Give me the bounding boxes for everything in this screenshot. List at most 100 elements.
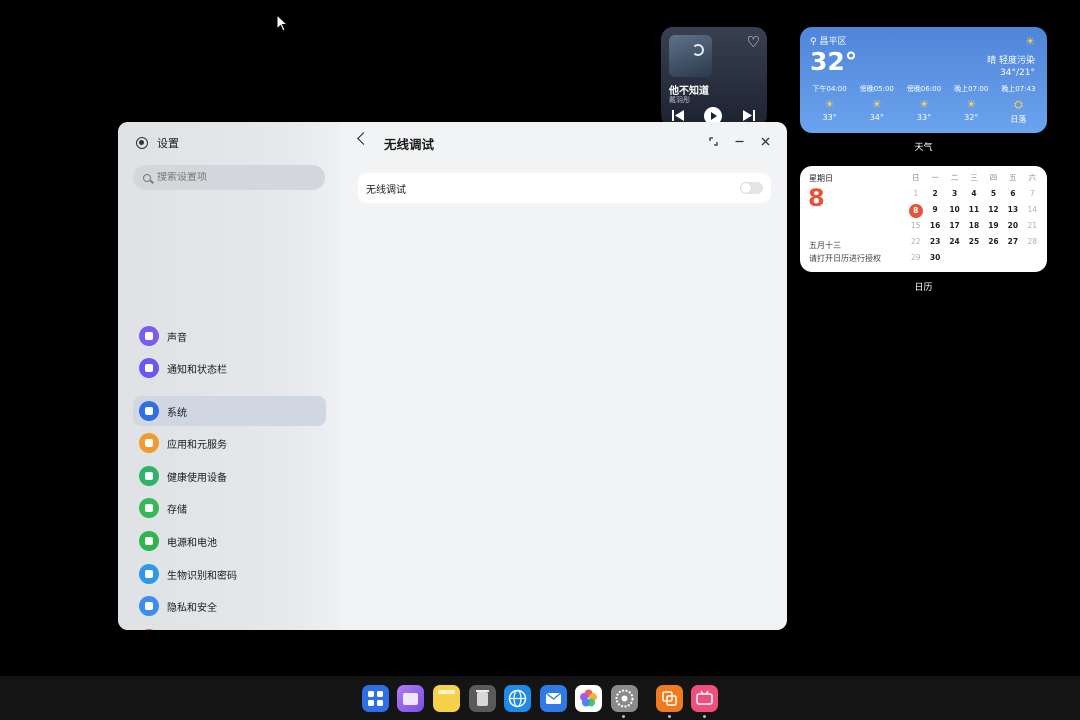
wireless-debug-toggle[interactable] [740,182,763,194]
calendar-date: 10 [949,205,960,214]
sidebar-item-hourglass[interactable]: 健康使用设备 [133,461,326,491]
location-pin-icon: ⚲ [810,37,817,47]
forecast-hour: 晚上07:43 ⛭ 日落 [995,84,1042,125]
sidebar-item-storage[interactable]: 存储 [133,493,326,523]
weekday-header: 六 [1028,173,1037,182]
calendar-date: 25 [968,237,980,246]
sidebar-item-label: 通知和状态栏 [167,364,227,376]
storage-icon [139,498,159,518]
lunar-date: 五月十三 [809,241,841,250]
calendar-date: 8 [906,204,925,218]
search-input[interactable] [157,172,307,183]
calendar-date: 14 [1027,205,1038,214]
calendar-widget-label: 日历 [914,283,933,293]
sun-icon: ☀ [824,98,835,111]
sunset-icon: ⛭ [1014,98,1023,111]
calendar-date: 4 [971,189,977,198]
sidebar-item-key[interactable]: 生物识别和密码 [133,559,326,589]
weather-widget[interactable]: ⚲ 昌平区 32° ☀ 晴 轻度污染 34°/21° 下午04:00 ☀ 33° 傍… [800,27,1047,133]
sidebar-item-label: 生物识别和密码 [167,570,237,582]
calendar-date: 15 [910,221,921,230]
calendar-date: 23 [929,237,941,246]
calendar-date: 1 [913,189,919,198]
weekday-header: 五 [1009,173,1017,182]
app-title: 设置 [136,135,179,151]
settings-sidebar: 设置 声音通知和状态栏系统应用和元服务健康使用设备存储电源和电池生物识别和密码隐… [118,122,341,630]
weekday-header: 一 [931,173,939,182]
calendar-date: 7 [1029,189,1035,198]
calendar-date: 27 [1007,237,1019,246]
battery-icon [139,531,159,551]
speaker-icon [139,326,159,346]
running-indicator [703,715,706,718]
sidebar-item-shield[interactable]: 隐私和安全 [133,591,326,621]
wireless-debug-row[interactable]: 无线调试 [358,173,771,203]
calendar-date [1003,252,1022,264]
sun-icon: ☀ [966,98,977,111]
weekday-header: 日 [911,173,920,182]
minimize-button[interactable] [732,134,746,148]
calendar-date: 2 [932,189,938,198]
app-center-icon[interactable] [362,685,389,712]
calendar-auth-hint: 请打开日历进行授权 [809,254,881,263]
key-icon [139,564,159,584]
settings-app-icon [136,137,148,149]
sidebar-item-user[interactable]: 用户 [133,624,326,630]
calendar-date [1023,252,1042,264]
weekday-header: 四 [989,173,998,182]
bilibili-icon[interactable] [691,685,718,712]
page-title: 无线调试 [384,137,435,152]
calendar-date: 28 [1027,237,1038,246]
hourly-forecast: 下午04:00 ☀ 33° 傍晚05:00 ☀ 34° 傍晚06:00 ☀ 33° 晚上07… [806,84,1042,125]
calendar-date: 6 [1010,189,1016,198]
back-icon[interactable] [357,132,370,145]
weather-location: ⚲ 昌平区 [810,37,847,47]
weather-temperature: 32° [810,47,858,76]
apps-icon [139,433,159,453]
sidebar-item-label: 存储 [167,504,187,516]
sidebar-item-apps[interactable]: 应用和元服务 [133,428,326,458]
forecast-hour: 傍晚05:00 ☀ 34° [853,84,900,125]
sidebar-item-gear[interactable]: 系统 [133,396,326,426]
calendar-date: 19 [988,221,999,230]
calendar-date: 12 [988,205,999,214]
calendar-date: 21 [1027,221,1038,230]
previous-track-icon[interactable] [672,110,684,121]
calendar-date: 22 [910,237,921,246]
settings-window: 设置 声音通知和状态栏系统应用和元服务健康使用设备存储电源和电池生物识别和密码隐… [118,122,787,630]
files-icon[interactable] [397,685,424,712]
settings-dock-icon[interactable] [611,685,638,712]
next-track-icon[interactable] [743,110,755,121]
content-pane: 无线调试 无线调试 [341,122,787,630]
sidebar-item-label: 应用和元服务 [167,439,227,451]
music-widget[interactable]: ♡ 他不知道 戴羽彤 [661,27,767,127]
calendar-date [964,252,983,264]
restore-icon [708,136,718,146]
browser-icon[interactable] [504,685,531,712]
mail-icon[interactable] [540,685,567,712]
heart-icon[interactable]: ♡ [747,35,760,50]
trash-icon[interactable] [469,685,496,712]
close-button[interactable] [758,134,772,148]
sun-icon: ☀ [1025,35,1035,48]
search-box[interactable] [133,165,325,190]
bell-icon [139,358,159,378]
hourglass-icon [139,466,159,486]
album-cover [669,35,712,77]
shield-icon [139,596,159,616]
sidebar-item-battery[interactable]: 电源和电池 [133,526,326,556]
gallery-icon[interactable] [575,685,602,712]
multitask-icon[interactable] [656,685,683,712]
sidebar-item-bell[interactable]: 通知和状态栏 [133,353,326,383]
sidebar-item-speaker[interactable]: 声音 [133,321,326,351]
sidebar-item-label: 健康使用设备 [167,472,227,484]
notes-icon[interactable] [433,685,460,712]
sidebar-item-label: 隐私和安全 [167,602,217,614]
gear-icon [139,401,159,421]
sun-icon: ☀ [871,98,882,111]
restore-window-button[interactable] [706,134,720,148]
calendar-widget[interactable]: 星期日 8 五月十三 请打开日历进行授权 日一二三四五六 1 2 3 4 5 6 7 8 9 10 1… [800,166,1047,272]
calendar-date [945,252,964,264]
calendar-date: 20 [1007,221,1019,230]
calendar-weekday: 星期日 [809,174,833,183]
